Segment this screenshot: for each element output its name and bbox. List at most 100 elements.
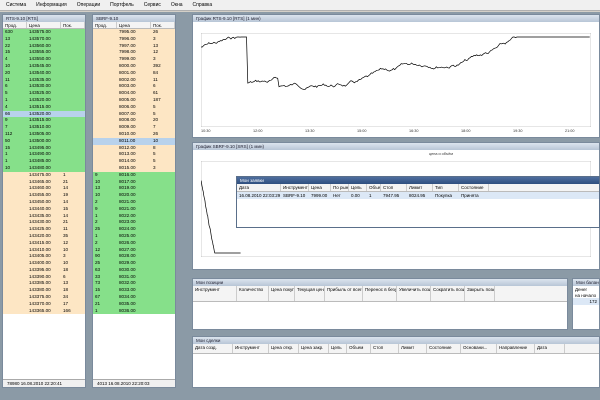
orderbook-row[interactable]: 630 143575.00 [3,29,85,36]
orderbook-row[interactable]: 9 8021.00 [93,205,175,213]
column-header[interactable]: Состояние [427,344,461,353]
orderbook-row[interactable]: 8012.00 8 [93,144,175,152]
orderbook-row[interactable]: 8007.00 5 [93,110,175,118]
balance-title[interactable]: Мои балансы [573,279,599,286]
orderbook-row[interactable]: 1 143520.00 [3,96,85,104]
menu-item-5[interactable]: Окна [171,2,183,8]
orderbook-row[interactable]: 5 143525.00 [3,90,85,97]
orderbook-row[interactable]: 8015.00 3 [93,164,175,172]
orderbook-row[interactable]: 7996.00 3 [93,35,175,43]
column-header[interactable]: Лимит [399,344,427,353]
orderbook-row[interactable]: 25 8024.00 [93,226,175,233]
column-header[interactable]: Лимит [407,184,433,191]
orderbook-row[interactable]: 143435.00 14 [3,212,85,220]
column-header[interactable]: Прибыль от всего счета [325,286,363,301]
orderbook-row[interactable]: 21 8035.00 [93,300,175,308]
column-header[interactable]: Инструмент [281,184,309,191]
orderbook-row[interactable]: 7997.00 13 [93,42,175,50]
orderbook-row[interactable]: 143430.00 21 [3,219,85,227]
orderbook-row[interactable]: 143455.00 19 [3,192,85,199]
orderbook-row[interactable]: 112 143505.00 [3,130,85,138]
column-header[interactable]: Цель [349,184,367,191]
column-header[interactable]: Дата [237,184,281,191]
orderbook-row[interactable]: 143380.00 18 [3,287,85,295]
orderbook-row[interactable]: 33 8031.00 [93,273,175,281]
orderbook-row[interactable]: 7995.00 26 [93,29,175,36]
orderbook-row[interactable]: 143410.00 10 [3,246,85,254]
orderbook-row[interactable]: 1 143490.00 [3,151,85,159]
menu-item-2[interactable]: Операции [77,2,100,8]
menu-item-1[interactable]: Информация [36,2,67,8]
orderbook-row[interactable]: 143415.00 12 [3,239,85,247]
orderbook-row[interactable]: 8004.00 61 [93,90,175,97]
orderbook-row[interactable]: 22 143560.00 [3,42,85,50]
orderbook-row[interactable]: 143450.00 14 [3,198,85,206]
orderbook-row[interactable]: 12 8027.00 [93,246,175,254]
orderbook-row[interactable]: 143365.00 166 [3,307,85,315]
orderbook-row[interactable]: 143400.00 10 [3,260,85,267]
orderbook-row[interactable]: 90 8028.00 [93,253,175,261]
chart-sbrf-title[interactable]: График SBRF-9.10 [SRS] (1 мин) [193,143,599,150]
orderbook-row[interactable]: 8009.00 7 [93,124,175,131]
orderbook-row[interactable]: 2 8023.00 [93,219,175,227]
column-header[interactable]: Тип [433,184,459,191]
orderbook-row[interactable]: 15 8033.00 [93,287,175,295]
col-buy[interactable]: Пок. [61,22,85,28]
column-header[interactable]: Объем [347,344,371,353]
orderbook-row[interactable]: 143425.00 11 [3,226,85,233]
orderbook-row[interactable]: 4 143550.00 [3,56,85,63]
orderbook-row[interactable]: 20 143540.00 [3,69,85,77]
orderbook-row[interactable]: 13 143570.00 [3,35,85,43]
orderbook-row[interactable]: 9 8016.00 [93,171,175,179]
orderbook-row[interactable]: 66 143520.00 [3,110,85,118]
orderbook-row[interactable]: 67 8034.00 [93,294,175,301]
orderbook-row[interactable]: 13 8019.00 [93,185,175,193]
column-header[interactable]: Основани... [461,344,497,353]
chart-rts-title[interactable]: График RTS-9.10 [RTS] (1 мин) [193,15,599,22]
column-header[interactable]: Состояние [459,184,489,191]
column-header[interactable]: Цена закр. [299,344,329,353]
chart-rts-plot[interactable] [200,32,592,128]
col-buy[interactable]: Пок. [151,22,175,28]
orderbook-row[interactable]: 10 143545.00 [3,62,85,70]
orderbook-row[interactable]: 7999.00 3 [93,56,175,63]
orders-title[interactable]: Мои заявки [237,177,599,184]
orderbook-row[interactable]: 15 143555.00 [3,49,85,57]
column-header[interactable]: Текущая цена [295,286,325,301]
orderbook-row[interactable]: 1 8025.00 [93,232,175,240]
orderbook-row[interactable]: 143440.00 15 [3,205,85,213]
positions-title[interactable]: Мои позиции [193,279,567,286]
column-header[interactable]: По рын. [331,184,349,191]
orderbook-row[interactable]: 143395.00 18 [3,266,85,274]
column-header[interactable]: Дата [535,344,565,353]
orderbook-rts-title[interactable]: RTS-9.10 [RTS] [3,15,85,22]
column-header[interactable]: Количество [237,286,269,301]
orderbook-row[interactable]: 10 143480.00 [3,164,85,172]
orderbook-row[interactable]: 25 8029.00 [93,260,175,267]
orderbook-row[interactable]: 8005.00 187 [93,96,175,104]
orderbook-row[interactable]: 143405.00 3 [3,253,85,261]
orders-row[interactable]: 16.08.2010 22:03:29 SBRF-9.10 7999.00 Нет 0.… [237,192,599,199]
orderbook-row[interactable]: 1 143485.00 [3,158,85,165]
column-header[interactable]: Сократить позицию [431,286,465,301]
column-header[interactable]: Стоп [371,344,399,353]
col-price[interactable]: Цена [117,22,151,28]
orderbook-row[interactable]: 73 8032.00 [93,280,175,288]
orderbook-row[interactable]: 1 8022.00 [93,212,175,220]
orderbook-row[interactable]: 15 143495.00 [3,144,85,152]
orderbook-row[interactable]: 8014.00 5 [93,158,175,165]
col-price[interactable]: Цена [27,22,61,28]
menu-item-3[interactable]: Портфель [110,2,134,8]
column-header[interactable]: Цель [329,344,347,353]
menu-item-6[interactable]: Справка [193,2,213,8]
orderbook-row[interactable]: 11 143535.00 [3,76,85,84]
orderbook-row[interactable]: 143385.00 13 [3,280,85,288]
orderbook-row[interactable]: 1 8036.00 [93,307,175,315]
column-header[interactable]: Инструмент [193,286,237,301]
orderbook-row[interactable]: 2 8021.00 [93,198,175,206]
orderbook-row[interactable]: 8002.00 11 [93,76,175,84]
orderbook-row[interactable]: 8010.00 26 [93,130,175,138]
menu-item-4[interactable]: Сервис [144,2,161,8]
orderbook-row[interactable]: 8008.00 20 [93,117,175,125]
orderbook-row[interactable]: 143420.00 35 [3,232,85,240]
